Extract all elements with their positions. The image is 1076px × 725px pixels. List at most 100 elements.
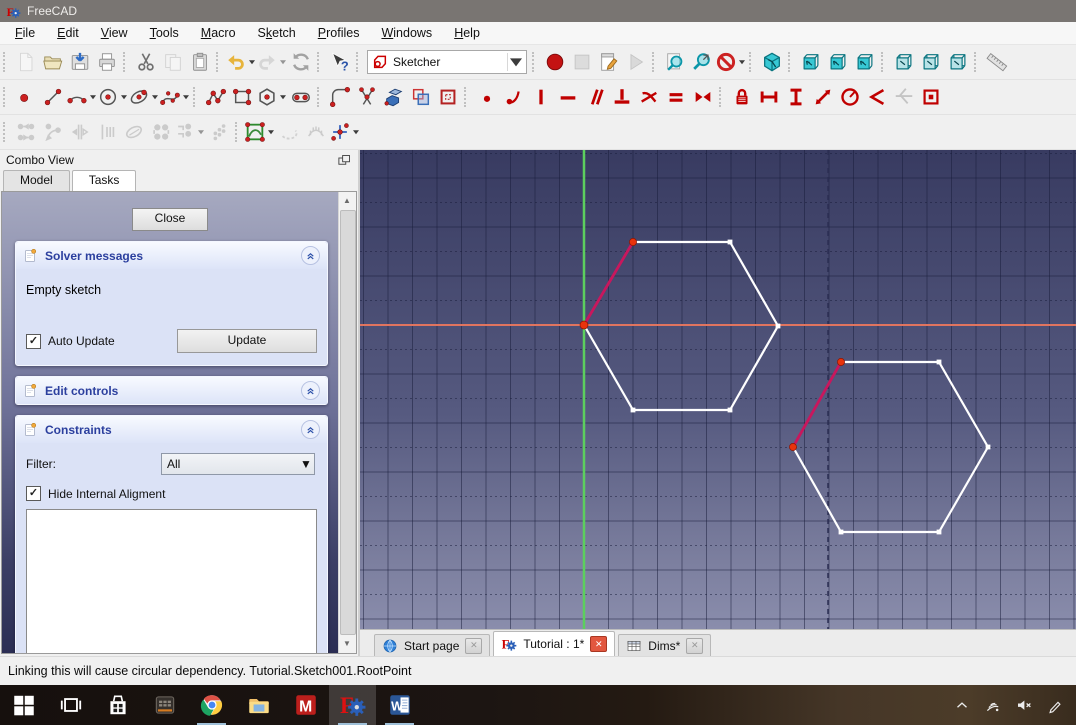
workbench-selector[interactable]: Sketcher bbox=[367, 50, 527, 74]
create-bspline-button[interactable] bbox=[159, 83, 190, 111]
create-polygon-button[interactable] bbox=[256, 83, 287, 111]
bspline-knot-multiplicity-button[interactable] bbox=[329, 118, 360, 146]
constraint-parallel-button[interactable] bbox=[581, 83, 608, 111]
mdi-tab-start-page[interactable]: Start page ✕ bbox=[374, 634, 491, 656]
word-button[interactable]: W bbox=[376, 685, 423, 725]
view-right-button[interactable] bbox=[851, 48, 878, 76]
constraint-filter-select[interactable]: All ▼ bbox=[161, 453, 315, 475]
update-button[interactable]: Update bbox=[177, 329, 317, 353]
constraint-horizontal-button[interactable] bbox=[554, 83, 581, 111]
constraint-vertical-button[interactable] bbox=[527, 83, 554, 111]
scrollbar-thumb[interactable] bbox=[340, 210, 356, 635]
constraint-toggle-button[interactable] bbox=[917, 83, 944, 111]
macro-record-button[interactable] bbox=[541, 48, 568, 76]
external-geometry-button[interactable] bbox=[380, 83, 407, 111]
constraint-perpendicular-button[interactable] bbox=[608, 83, 635, 111]
constraint-equal-button[interactable] bbox=[662, 83, 689, 111]
tab-model[interactable]: Model bbox=[3, 170, 70, 191]
redo-button[interactable] bbox=[256, 48, 287, 76]
new-document-button[interactable] bbox=[12, 48, 39, 76]
menu-help[interactable]: Help bbox=[443, 23, 491, 43]
view-axonometric-button[interactable] bbox=[758, 48, 785, 76]
close-sketch-button[interactable]: Close bbox=[132, 208, 208, 231]
menu-edit[interactable]: Edit bbox=[46, 23, 90, 43]
panel-scrollbar[interactable]: ▲ ▼ bbox=[338, 192, 356, 653]
create-point-button[interactable] bbox=[12, 83, 39, 111]
constraint-vertical-distance-button[interactable] bbox=[782, 83, 809, 111]
chrome-button[interactable] bbox=[188, 685, 235, 725]
macro-play-button[interactable] bbox=[622, 48, 649, 76]
constraint-radius-button[interactable] bbox=[836, 83, 863, 111]
fit-all-button[interactable] bbox=[661, 48, 688, 76]
measure-button[interactable] bbox=[983, 48, 1010, 76]
volume-muted-icon[interactable] bbox=[1015, 696, 1033, 714]
constraint-point-on-object-button[interactable] bbox=[500, 83, 527, 111]
gmail-button[interactable]: M bbox=[282, 685, 329, 725]
constraint-tangent-button[interactable] bbox=[635, 83, 662, 111]
create-rectangle-button[interactable] bbox=[229, 83, 256, 111]
menu-file[interactable]: File bbox=[4, 23, 46, 43]
scroll-down-icon[interactable]: ▼ bbox=[340, 637, 354, 651]
whats-this-button[interactable]: ? bbox=[326, 48, 353, 76]
create-polyline-button[interactable] bbox=[202, 83, 229, 111]
save-button[interactable] bbox=[66, 48, 93, 76]
tray-expand-button[interactable] bbox=[953, 696, 971, 714]
mdi-tab-tutorial-1[interactable]: F Tutorial : 1* ✕ bbox=[493, 631, 616, 656]
create-conic-button[interactable] bbox=[128, 83, 159, 111]
pen-icon[interactable] bbox=[1046, 696, 1064, 714]
create-line-button[interactable] bbox=[39, 83, 66, 111]
hide-internal-alignment-checkbox[interactable]: ✓ bbox=[26, 486, 41, 501]
clone-button[interactable] bbox=[174, 118, 205, 146]
copy-button[interactable] bbox=[159, 48, 186, 76]
tab-tasks[interactable]: Tasks bbox=[71, 170, 137, 191]
bspline-control-polygon-button[interactable] bbox=[275, 118, 302, 146]
close-tab-button[interactable]: ✕ bbox=[590, 636, 608, 652]
constraint-snell-button[interactable] bbox=[890, 83, 917, 111]
collapse-chevron-icon[interactable] bbox=[301, 381, 320, 400]
constraint-angle-button[interactable] bbox=[863, 83, 890, 111]
fillet-button[interactable] bbox=[326, 83, 353, 111]
app-grid-button[interactable] bbox=[141, 685, 188, 725]
cut-button[interactable] bbox=[132, 48, 159, 76]
freecad-button[interactable]: F bbox=[329, 685, 376, 725]
close-tab-button[interactable]: ✕ bbox=[686, 637, 704, 654]
menu-view[interactable]: View bbox=[90, 23, 139, 43]
constraint-coincident-button[interactable] bbox=[473, 83, 500, 111]
copy-array-button[interactable] bbox=[205, 118, 232, 146]
macro-edit-button[interactable] bbox=[595, 48, 622, 76]
close-tab-button[interactable]: ✕ bbox=[465, 637, 483, 654]
activate-constraint-button[interactable] bbox=[39, 118, 66, 146]
start-button[interactable] bbox=[0, 685, 47, 725]
select-redundant-constraints-button[interactable] bbox=[66, 118, 93, 146]
menu-windows[interactable]: Windows bbox=[370, 23, 443, 43]
mdi-tab-dims[interactable]: Dims* ✕ bbox=[618, 634, 712, 656]
collapse-chevron-icon[interactable] bbox=[301, 420, 320, 439]
create-slot-button[interactable] bbox=[287, 83, 314, 111]
view-front-button[interactable] bbox=[797, 48, 824, 76]
view-left-button[interactable] bbox=[944, 48, 971, 76]
construction-mode-button[interactable] bbox=[434, 83, 461, 111]
open-button[interactable] bbox=[39, 48, 66, 76]
paste-button[interactable] bbox=[186, 48, 213, 76]
bspline-curvature-comb-button[interactable] bbox=[302, 118, 329, 146]
constraint-horizontal-distance-button[interactable] bbox=[755, 83, 782, 111]
file-explorer-button[interactable] bbox=[235, 685, 282, 725]
create-circle-button[interactable] bbox=[97, 83, 128, 111]
collapse-chevron-icon[interactable] bbox=[301, 246, 320, 265]
print-button[interactable] bbox=[93, 48, 120, 76]
create-arc-button[interactable] bbox=[66, 83, 97, 111]
view-top-button[interactable] bbox=[824, 48, 851, 76]
auto-update-checkbox[interactable]: ✓ bbox=[26, 333, 41, 349]
task-view-button[interactable] bbox=[47, 685, 94, 725]
menu-profiles[interactable]: Profiles bbox=[307, 23, 371, 43]
constraint-symmetric-button[interactable] bbox=[689, 83, 716, 111]
scroll-up-icon[interactable]: ▲ bbox=[340, 194, 354, 208]
macro-stop-button[interactable] bbox=[568, 48, 595, 76]
constraint-list[interactable] bbox=[26, 509, 317, 653]
select-conflicting-constraints-button[interactable] bbox=[93, 118, 120, 146]
network-icon[interactable] bbox=[984, 696, 1002, 714]
bspline-degree-button[interactable] bbox=[244, 118, 275, 146]
undo-button[interactable] bbox=[225, 48, 256, 76]
store-button[interactable] bbox=[94, 685, 141, 725]
menu-sketch[interactable]: Sketch bbox=[247, 23, 307, 43]
